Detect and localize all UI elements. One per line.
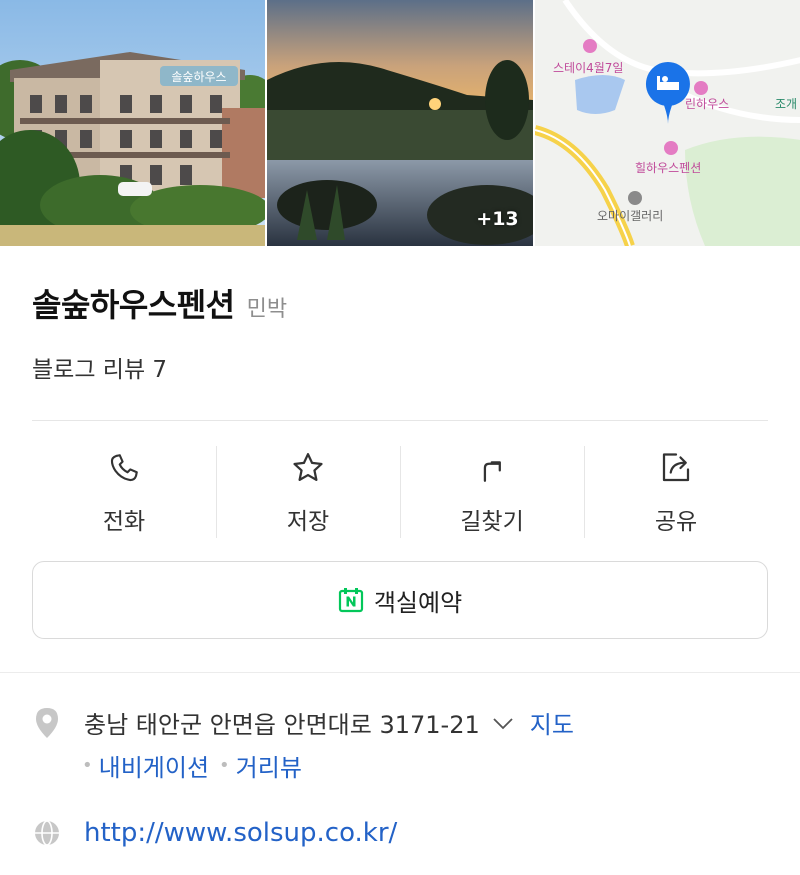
place-name: 솔숲하우스펜션 — [32, 286, 235, 324]
save-label: 저장 — [286, 509, 330, 535]
naver-calendar-icon — [338, 588, 363, 613]
share-icon — [658, 450, 694, 486]
map-label-pin-place: 린하우스 — [685, 97, 729, 111]
navigation-link[interactable]: 내비게이션 — [99, 748, 209, 783]
globe-icon — [35, 820, 59, 846]
address-sub-links: • 내비게이션 • 거리뷰 — [82, 748, 312, 783]
map-label-hill-house: 힐하우스펜션 — [635, 161, 701, 175]
reservation-label: 객실예약 — [373, 588, 463, 617]
blog-review-link[interactable]: 블로그 리뷰 7 — [32, 350, 167, 384]
action-bar: 전화 저장 길찾기 공유 — [32, 440, 768, 540]
map-link[interactable]: 지도 — [530, 705, 574, 740]
bullet: • — [82, 755, 93, 776]
divider — [32, 420, 768, 421]
directions-label: 길찾기 — [460, 509, 524, 535]
save-button[interactable]: 저장 — [216, 440, 400, 540]
title-row: 솔숲하우스펜션 민박 — [32, 280, 287, 326]
photo-sunset[interactable]: +13 — [267, 0, 533, 246]
photo-building[interactable]: 솔숲하우스 — [0, 0, 266, 246]
directions-icon — [474, 450, 510, 486]
chevron-down-icon[interactable] — [490, 710, 516, 736]
bullet: • — [219, 755, 230, 776]
room-reservation-button[interactable]: 객실예약 — [32, 561, 768, 639]
street-view-link[interactable]: 거리뷰 — [236, 748, 302, 783]
star-icon — [290, 450, 326, 486]
phone-icon — [106, 450, 142, 486]
call-button[interactable]: 전화 — [32, 440, 216, 540]
map-label-stay: 스테이4월7일 — [553, 61, 623, 75]
map-label-gallery: 오마이갤러리 — [597, 209, 663, 223]
share-label: 공유 — [654, 509, 698, 535]
building-sign-text: 솔숲하우스 — [171, 70, 226, 84]
address-row: 충남 태안군 안면읍 안면대로 3171-21 지도 — [32, 705, 792, 740]
more-photos-count[interactable]: +13 — [476, 208, 518, 230]
place-category: 민박 — [246, 297, 288, 322]
share-button[interactable]: 공유 — [584, 440, 768, 540]
address-text: 충남 태안군 안면읍 안면대로 3171-21 — [84, 711, 480, 739]
map-label-right: 조개 — [775, 97, 797, 111]
directions-button[interactable]: 길찾기 — [400, 440, 584, 540]
website-row: http://www.solsup.co.kr/ — [32, 818, 397, 848]
photo-map[interactable]: 스테이4월7일 린하우스 조개 힐하우스펜션 오마이갤러리 — [534, 0, 800, 246]
website-link[interactable]: http://www.solsup.co.kr/ — [84, 818, 397, 848]
call-label: 전화 — [102, 509, 146, 535]
photo-strip: 솔숲하우스 +13 스테이4월7일 린하우스 조개 힐하우스펜션 오마이갤러리 — [0, 0, 800, 246]
location-pin-icon — [36, 707, 58, 738]
section-divider — [0, 672, 800, 673]
